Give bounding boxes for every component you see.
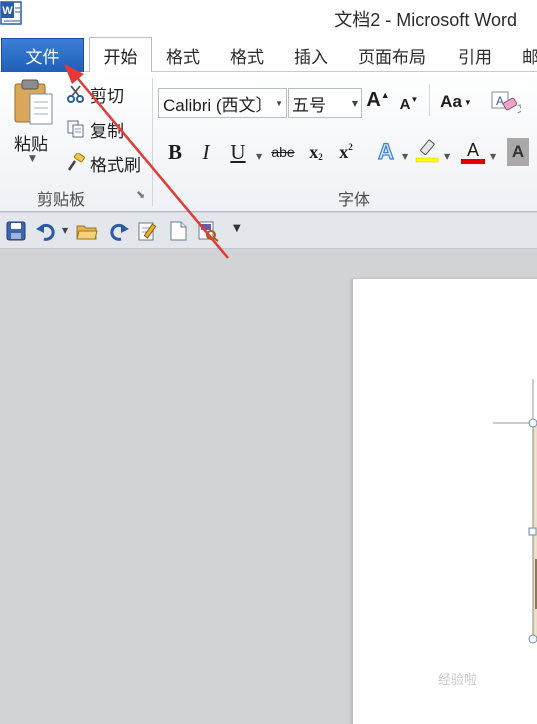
watermark-text: 经验啦 (438, 673, 478, 688)
tab-insert[interactable]: 插入 (294, 38, 328, 72)
copy-button[interactable]: 复制 (66, 116, 124, 142)
window-title: 文档2 - Microsoft Word (334, 10, 517, 30)
word-logo-icon[interactable]: W (0, 0, 24, 26)
selected-image[interactable] (493, 379, 537, 649)
title-bar: W 文档2 - Microsoft Word (0, 0, 537, 36)
tab-page-layout[interactable]: 页面布局 (358, 38, 426, 72)
chevron-down-icon[interactable]: ▼ (352, 99, 358, 108)
format-painter-label: 格式刷 (90, 155, 141, 176)
font-size-value: 五号 (292, 95, 326, 116)
font-color-button[interactable]: A (460, 138, 486, 166)
superscript-mark: 2 (348, 142, 353, 152)
font-size-combobox[interactable]: 五号 ▼ (288, 88, 362, 118)
logo-letter: W (2, 5, 13, 17)
group-divider (152, 78, 153, 206)
superscript-button[interactable]: x2 (335, 138, 357, 166)
font-name-combobox[interactable]: Calibri (西文〕 ▼ (158, 88, 287, 118)
clear-formatting-icon[interactable]: A 文 (491, 90, 521, 116)
tab-references[interactable]: 引用 (458, 38, 492, 72)
cut-button[interactable]: 剪切 (66, 81, 124, 107)
font-color-label: A (466, 139, 479, 160)
shrink-font-label: A (399, 95, 411, 113)
edit-document-icon[interactable] (137, 220, 159, 242)
chevron-down-icon[interactable]: ▼ (256, 152, 262, 161)
paste-icon[interactable] (12, 78, 56, 128)
subscript-mark: 2 (318, 152, 323, 162)
paste-button[interactable]: 粘贴 (14, 130, 48, 155)
character-shading-button[interactable]: A (507, 138, 529, 166)
print-preview-icon[interactable] (197, 220, 219, 242)
cut-label: 剪切 (90, 86, 124, 107)
quick-access-toolbar: ▼ ▼ (0, 213, 537, 249)
tab-mailings[interactable]: 邮 (522, 38, 537, 72)
chevron-down-icon[interactable]: ▼ (490, 152, 496, 161)
paste-dropdown-icon[interactable]: ▼ (29, 154, 36, 164)
tab-home[interactable]: 开始 (89, 37, 152, 73)
chevron-down-icon[interactable]: ▼ (444, 152, 450, 161)
font-name-value: Calibri (西文〕 (163, 95, 273, 115)
change-case-label: Aa (440, 92, 462, 111)
new-document-icon[interactable] (167, 220, 189, 242)
svg-text:A: A (496, 94, 504, 108)
customize-toolbar-icon[interactable]: ▼ (233, 223, 241, 234)
dialog-launcher-icon[interactable]: ⬊ (136, 188, 145, 201)
underline-button[interactable]: U (228, 138, 248, 166)
bold-button[interactable]: B (164, 138, 186, 166)
superscript-label: x (339, 141, 349, 162)
copy-icon (67, 120, 84, 138)
italic-button[interactable]: I (196, 138, 216, 166)
chevron-down-icon[interactable]: ▼ (275, 99, 283, 108)
subscript-button[interactable]: x2 (305, 138, 327, 166)
text-effects-button[interactable]: A (374, 138, 398, 166)
undo-dropdown-icon[interactable]: ▼ (62, 226, 68, 235)
shrink-font-button[interactable]: A ▼ (398, 90, 420, 118)
change-case-button[interactable]: Aa ▼ (438, 88, 474, 116)
save-icon[interactable] (5, 220, 27, 242)
format-painter-button[interactable]: 格式刷 (66, 150, 141, 176)
grow-font-label: A (366, 88, 381, 111)
tab-format-2[interactable]: 格式 (230, 38, 264, 72)
strikethrough-button[interactable]: abe (270, 138, 296, 166)
font-group-label: 字体 (338, 190, 371, 209)
clipboard-group-label: 剪贴板 (37, 190, 86, 209)
ribbon-tabs: 文件 开始 格式 格式 插入 页面布局 引用 邮 (0, 36, 537, 73)
tab-file[interactable]: 文件 (1, 38, 84, 72)
separator (429, 84, 430, 116)
font-color-bar (461, 158, 485, 164)
tab-format-1[interactable]: 格式 (166, 38, 200, 72)
subscript-label: x (309, 141, 319, 162)
redo-icon[interactable] (108, 220, 130, 242)
highlight-icon[interactable] (414, 138, 440, 164)
brush-icon (67, 153, 85, 171)
open-folder-icon[interactable] (76, 220, 98, 242)
svg-text:文: 文 (517, 101, 521, 115)
ribbon-panel: 粘贴 ▼ 剪切 复制 格式刷 剪贴板 ⬊ Calibri (西文〕 ▼ 五号 ▼… (0, 72, 537, 212)
undo-icon[interactable] (35, 220, 57, 242)
copy-label: 复制 (90, 121, 124, 142)
chevron-down-icon[interactable]: ▼ (402, 152, 408, 161)
document-page[interactable] (352, 279, 537, 724)
scissors-icon (67, 85, 84, 103)
grow-font-button[interactable]: A ▲ (366, 86, 389, 114)
